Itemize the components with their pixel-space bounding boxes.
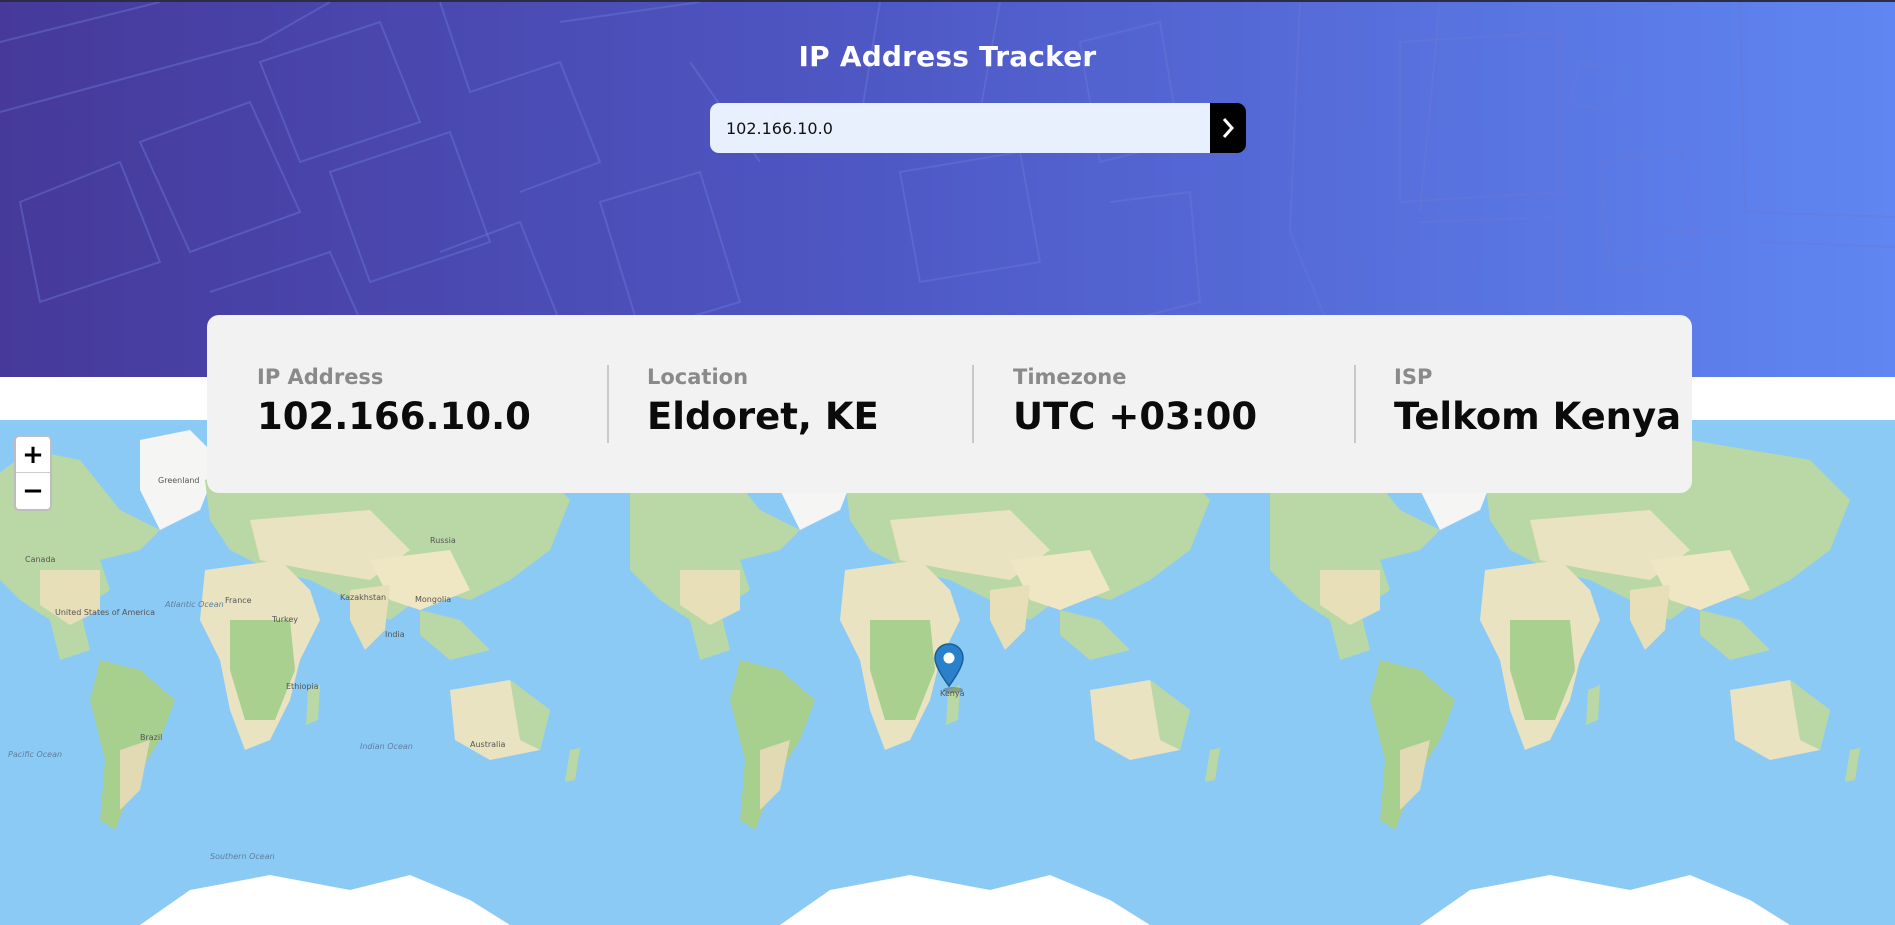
info-divider: [972, 365, 974, 443]
map-zoom-control: + −: [14, 435, 52, 511]
ip-address-value: 102.166.10.0: [257, 395, 531, 438]
map-label: Canada: [25, 555, 56, 564]
map-label: Greenland: [158, 476, 200, 485]
map-label: United States of America: [55, 608, 155, 617]
location-value: Eldoret, KE: [647, 395, 879, 438]
ip-search-input[interactable]: [710, 103, 1210, 153]
map-label: Australia: [470, 740, 506, 749]
location-pin-icon[interactable]: [933, 643, 965, 693]
timezone-label: Timezone: [1013, 365, 1127, 389]
map-label: Turkey: [272, 615, 299, 624]
search-submit-button[interactable]: [1210, 103, 1246, 153]
ip-search-form: [710, 103, 1246, 153]
ip-address-info: IP Address 102.166.10.0: [257, 365, 531, 438]
ocean-label: Atlantic Ocean: [165, 600, 224, 609]
isp-info: ISP Telkom Kenya: [1394, 365, 1681, 438]
isp-value: Telkom Kenya: [1394, 395, 1682, 438]
ocean-label: Indian Ocean: [360, 742, 413, 751]
ip-address-label: IP Address: [257, 365, 384, 389]
ip-info-card: IP Address 102.166.10.0 Location Eldoret…: [207, 315, 1692, 493]
map-label: Brazil: [140, 733, 163, 742]
map-label: Mongolia: [415, 595, 452, 604]
map-label: India: [385, 630, 405, 639]
page-title: IP Address Tracker: [798, 40, 1097, 73]
map-label: Ethiopia: [286, 682, 319, 691]
map-label: Kazakhstan: [340, 593, 387, 602]
timezone-value: UTC +03:00: [1013, 395, 1258, 438]
ocean-label: Southern Ocean: [210, 852, 275, 861]
location-info: Location Eldoret, KE: [647, 365, 879, 438]
zoom-out-button[interactable]: −: [16, 473, 50, 509]
info-divider: [1354, 365, 1356, 443]
timezone-info: Timezone UTC +03:00: [1013, 365, 1257, 438]
chevron-right-icon: [1222, 118, 1235, 138]
info-divider: [607, 365, 609, 443]
ocean-label: Pacific Ocean: [8, 750, 63, 759]
map-label: Russia: [430, 536, 456, 545]
zoom-in-button[interactable]: +: [16, 437, 50, 473]
isp-label: ISP: [1394, 365, 1433, 389]
map-label: France: [225, 596, 252, 605]
location-label: Location: [647, 365, 749, 389]
